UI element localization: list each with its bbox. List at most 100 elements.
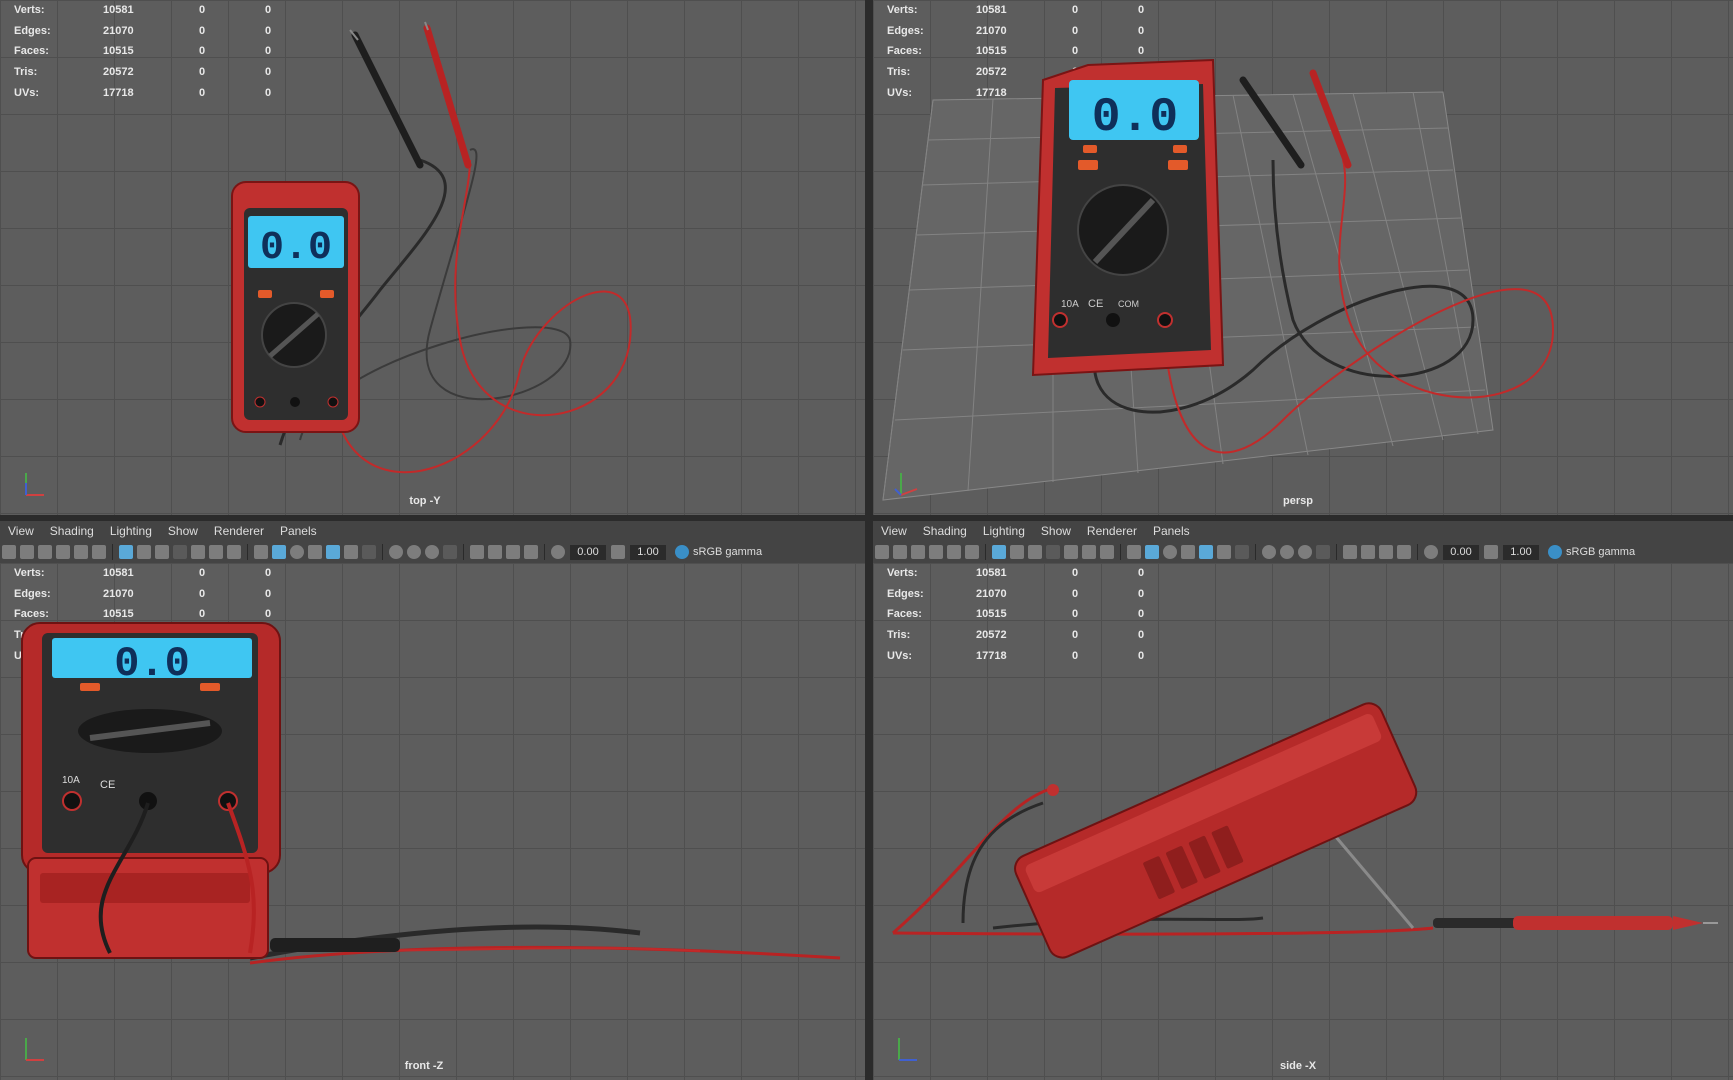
menu-shading[interactable]: Shading — [42, 524, 102, 538]
menu-show[interactable]: Show — [160, 524, 206, 538]
viewport-front[interactable]: Verts: 10581 0 0 Edges: 21070 0 0 Faces: 10515 0… — [0, 563, 865, 1080]
grid-toggle-icon[interactable] — [992, 545, 1006, 559]
smooth-shade-icon[interactable] — [1145, 545, 1159, 559]
gate-mask-icon[interactable] — [1046, 545, 1060, 559]
wireframe-icon[interactable] — [254, 545, 268, 559]
axis-gizmo-persp — [894, 473, 918, 496]
camera-select-icon[interactable] — [875, 545, 889, 559]
exposure-icon[interactable] — [1424, 545, 1438, 559]
viewport-side[interactable]: Verts: 10581 0 0 Edges: 21070 0 0 Faces: 10515 0… — [873, 563, 1733, 1080]
wireframe-on-shaded-icon[interactable] — [1181, 545, 1195, 559]
depth-of-field-icon[interactable] — [443, 545, 457, 559]
camera-select-icon[interactable] — [2, 545, 16, 559]
gamma-icon[interactable] — [611, 545, 625, 559]
gamma-field[interactable]: 1.00 — [630, 544, 666, 560]
viewport-top[interactable]: Verts: 10581 0 0 Edges: 21070 0 0 Faces: 10515 0… — [0, 0, 865, 515]
film-gate-icon[interactable] — [1010, 545, 1024, 559]
gate-mask-icon[interactable] — [173, 545, 187, 559]
xray-components-icon[interactable] — [1397, 545, 1411, 559]
xray-components-icon[interactable] — [524, 545, 538, 559]
viewport-persp[interactable]: Verts: 10581 0 0 Edges: 21070 0 0 Faces: 10515 0… — [873, 0, 1733, 515]
smooth-shade-icon[interactable] — [272, 545, 286, 559]
grid-toggle-icon[interactable] — [119, 545, 133, 559]
view-transform-label[interactable]: sRGB gamma — [693, 546, 762, 558]
menu-panels[interactable]: Panels — [1145, 524, 1198, 538]
color-management-icon[interactable] — [1548, 545, 1562, 559]
image-plane-icon[interactable] — [929, 545, 943, 559]
safe-action-icon[interactable] — [1082, 545, 1096, 559]
screen-space-ao-icon[interactable] — [1262, 545, 1276, 559]
depth-of-field-icon[interactable] — [1316, 545, 1330, 559]
wireframe-on-shaded-icon[interactable] — [308, 545, 322, 559]
menu-panels[interactable]: Panels — [272, 524, 325, 538]
menu-shading[interactable]: Shading — [915, 524, 975, 538]
xray-icon[interactable] — [1361, 545, 1375, 559]
lcd-readout: 0.0 — [260, 226, 332, 271]
grease-pencil-icon[interactable] — [92, 545, 106, 559]
motion-blur-icon[interactable] — [1280, 545, 1294, 559]
gamma-icon[interactable] — [1484, 545, 1498, 559]
safe-title-icon[interactable] — [1100, 545, 1114, 559]
image-plane-icon[interactable] — [56, 545, 70, 559]
meter-10a-label: 10A — [1061, 299, 1079, 310]
xray-icon[interactable] — [488, 545, 502, 559]
resolution-gate-icon[interactable] — [1028, 545, 1042, 559]
multisample-aa-icon[interactable] — [425, 545, 439, 559]
toolbar-separator — [112, 544, 113, 560]
bookmark-icon[interactable] — [911, 545, 925, 559]
menu-renderer[interactable]: Renderer — [1079, 524, 1145, 538]
camera-attributes-icon[interactable] — [893, 545, 907, 559]
camera-label-top: top -Y — [409, 495, 441, 507]
menu-view[interactable]: View — [0, 524, 42, 538]
isolate-select-icon[interactable] — [470, 545, 484, 559]
isolate-select-icon[interactable] — [1343, 545, 1357, 559]
bookmark-icon[interactable] — [38, 545, 52, 559]
menu-lighting[interactable]: Lighting — [975, 524, 1033, 538]
meter-10a-label: 10A — [62, 775, 80, 786]
multisample-aa-icon[interactable] — [1298, 545, 1312, 559]
exposure-icon[interactable] — [551, 545, 565, 559]
gamma-field[interactable]: 1.00 — [1503, 544, 1539, 560]
toolbar-separator — [544, 544, 545, 560]
exposure-field[interactable]: 0.00 — [570, 544, 606, 560]
textured-icon[interactable] — [326, 545, 340, 559]
field-chart-icon[interactable] — [1064, 545, 1078, 559]
2d-pan-zoom-icon[interactable] — [74, 545, 88, 559]
menu-renderer[interactable]: Renderer — [206, 524, 272, 538]
multimeter-model-side[interactable] — [873, 563, 1733, 1080]
shadows-icon[interactable] — [362, 545, 376, 559]
multimeter-model-top[interactable]: 0.0 — [0, 0, 865, 515]
grease-pencil-icon[interactable] — [965, 545, 979, 559]
default-material-icon[interactable] — [1163, 545, 1177, 559]
resolution-gate-icon[interactable] — [155, 545, 169, 559]
toolbar-separator — [985, 544, 986, 560]
film-gate-icon[interactable] — [137, 545, 151, 559]
menu-view[interactable]: View — [873, 524, 915, 538]
camera-attributes-icon[interactable] — [20, 545, 34, 559]
multimeter-model-persp[interactable]: 0.0 10A CE COM — [873, 0, 1733, 515]
meter-ce-label: CE — [1088, 298, 1103, 310]
menu-lighting[interactable]: Lighting — [102, 524, 160, 538]
lighting-icon[interactable] — [1217, 545, 1231, 559]
shadows-icon[interactable] — [1235, 545, 1249, 559]
default-material-icon[interactable] — [290, 545, 304, 559]
xray-joints-icon[interactable] — [506, 545, 520, 559]
lcd-readout: 0.0 — [114, 640, 190, 688]
field-chart-icon[interactable] — [191, 545, 205, 559]
color-management-icon[interactable] — [675, 545, 689, 559]
lighting-icon[interactable] — [344, 545, 358, 559]
view-transform-label[interactable]: sRGB gamma — [1566, 546, 1635, 558]
menu-show[interactable]: Show — [1033, 524, 1079, 538]
toolbar-separator — [1417, 544, 1418, 560]
multimeter-model-front[interactable]: 0.0 10A CE — [0, 563, 865, 1080]
wireframe-icon[interactable] — [1127, 545, 1141, 559]
2d-pan-zoom-icon[interactable] — [947, 545, 961, 559]
screen-space-ao-icon[interactable] — [389, 545, 403, 559]
panel-menubar-front: View Shading Lighting Show Renderer Pane… — [0, 521, 865, 541]
safe-action-icon[interactable] — [209, 545, 223, 559]
xray-joints-icon[interactable] — [1379, 545, 1393, 559]
safe-title-icon[interactable] — [227, 545, 241, 559]
exposure-field[interactable]: 0.00 — [1443, 544, 1479, 560]
textured-icon[interactable] — [1199, 545, 1213, 559]
motion-blur-icon[interactable] — [407, 545, 421, 559]
